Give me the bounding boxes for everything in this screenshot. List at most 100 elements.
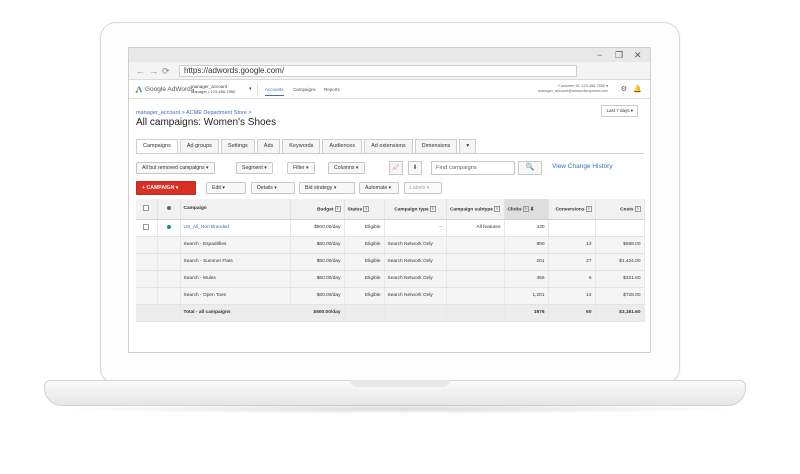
header-campaign[interactable]: Campaign [180, 199, 291, 220]
campaign-name[interactable]: Search - Open Toes [180, 287, 291, 305]
header-campaign-subtype[interactable]: Campaign subtype? [446, 199, 505, 220]
clicks-cell: 890 [504, 236, 549, 254]
tab-settings[interactable]: Settings [220, 139, 255, 153]
gear-icon[interactable]: ⚙ [621, 85, 627, 93]
adwords-logo[interactable]: Google AdWords [135, 85, 194, 93]
total-row: Total - all campaigns $500.00/day 1976 6… [136, 304, 645, 322]
subtype-cell: All features [446, 219, 505, 237]
conversions-cell: 13 [548, 236, 596, 254]
help-icon[interactable]: ? [363, 205, 370, 212]
campaign-filter-select[interactable]: All but removed campaigns ▾ [136, 162, 215, 174]
add-campaign-button[interactable]: + CAMPAIGN ▾ [136, 181, 196, 195]
help-icon[interactable]: ? [429, 205, 436, 212]
clicks-cell: 430 [504, 219, 549, 237]
budget-cell[interactable]: $500.00/day [290, 219, 345, 237]
tabs-divider [136, 153, 644, 154]
row-checkbox[interactable] [143, 223, 150, 230]
table-row: Search - Espadrilles $60.00/day Eligible… [136, 236, 645, 254]
status-cell: Eligible [344, 236, 385, 254]
header-budget[interactable]: Budget? [290, 199, 345, 220]
url-field[interactable]: https://adwords.google.com/ [179, 65, 577, 77]
costs-cell: $1,424.00 [595, 253, 645, 271]
bell-icon[interactable]: 🔔 [633, 85, 642, 93]
header-conversions[interactable]: Conversions? [548, 199, 596, 220]
customer-info[interactable]: Customer ID: 123-456-7890 ▾ manager_acco… [538, 84, 608, 94]
chevron-down-icon[interactable]: ▾ [249, 86, 252, 92]
columns-button[interactable]: Columns ▾ [328, 162, 365, 174]
row-empty-cell [157, 236, 181, 254]
status-dot-icon [166, 224, 171, 229]
help-icon[interactable]: ? [493, 205, 500, 212]
campaign-name[interactable]: Search - Espadrilles [180, 236, 291, 254]
logo-text: Google AdWords [145, 85, 195, 93]
close-icon[interactable]: ✕ [634, 49, 642, 61]
tab-ads[interactable]: Ads [256, 139, 281, 153]
table-row: Search - Summer Flats $60.00/day Eligibl… [136, 253, 645, 271]
view-change-history-link[interactable]: View Change History [552, 163, 613, 170]
row-empty-cell [136, 253, 158, 271]
minimize-icon[interactable]: − [597, 49, 602, 61]
header-clicks[interactable]: Clicks? ⬇ [504, 199, 549, 220]
campaign-name[interactable]: Search - Mules [180, 270, 291, 288]
campaign-name-link[interactable]: US_All_Non Branded [180, 219, 291, 237]
account-switcher[interactable]: manager_account Manager • 123-456-7890 [191, 84, 235, 94]
row-empty-cell [136, 287, 158, 305]
help-icon[interactable]: ? [334, 205, 341, 212]
edit-button[interactable]: Edit ▾ [206, 182, 246, 194]
tab-audiences[interactable]: Audiences [322, 139, 363, 153]
header-costs[interactable]: Costs? [595, 199, 645, 220]
bid-strategy-button[interactable]: Bid strategy ▾ [299, 182, 355, 194]
tab-more[interactable]: ▾ [459, 139, 477, 153]
select-all-checkbox-cell[interactable] [136, 199, 158, 220]
search-icon[interactable]: 🔍 [518, 161, 542, 175]
filter-select-label: All but removed campaigns [142, 165, 205, 171]
total-costs: $3,161.60 [595, 304, 645, 322]
download-icon[interactable]: ⬇ [408, 161, 422, 175]
details-button[interactable]: Details ▾ [251, 182, 295, 194]
laptop-notch [350, 380, 450, 387]
budget-cell[interactable]: $60.00/day [290, 253, 345, 271]
table-row: Search - Mules $60.00/day Eligible Searc… [136, 270, 645, 288]
status-cell: Eligible [344, 219, 385, 237]
row-empty-cell [157, 270, 181, 288]
automate-button[interactable]: Automate ▾ [359, 182, 399, 194]
reload-icon[interactable]: ⟳ [162, 65, 170, 77]
labels-button: Labels ▾ [404, 182, 442, 194]
header-campaign-type[interactable]: Campaign type? [384, 199, 447, 220]
help-icon[interactable]: ? [585, 205, 592, 212]
filter-label: Filter [293, 165, 305, 171]
arrow-left-icon[interactable]: ← [136, 65, 145, 77]
page-title: All campaigns: Women's Shoes [136, 117, 277, 128]
nav-reports[interactable]: Reports [324, 87, 340, 92]
help-icon[interactable]: ? [522, 205, 529, 212]
budget-cell[interactable]: $60.00/day [290, 270, 345, 288]
chart-icon[interactable]: 📈 [389, 161, 403, 175]
sort-down-icon[interactable]: ⬇ [530, 207, 534, 212]
tab-ad-groups[interactable]: Ad groups [179, 139, 219, 153]
date-range-selector[interactable]: Last 7 days ▾ [601, 105, 638, 117]
select-all-checkbox[interactable] [143, 204, 150, 211]
help-icon[interactable]: ? [634, 205, 641, 212]
budget-cell[interactable]: $60.00/day [290, 236, 345, 254]
total-clicks: 1976 [504, 304, 549, 322]
tab-campaigns[interactable]: Campaigns [136, 139, 178, 153]
tab-dimensions[interactable]: Dimensions [414, 139, 458, 153]
row-checkbox-cell[interactable] [136, 219, 158, 237]
tab-ad-extensions[interactable]: Ad extensions [364, 139, 413, 153]
filter-button[interactable]: Filter ▾ [287, 162, 315, 174]
breadcrumb[interactable]: manager_account > ACME Department Store … [136, 110, 252, 116]
nav-accounts[interactable]: Accounts [265, 87, 284, 96]
status-cell: Eligible [344, 270, 385, 288]
search-input[interactable]: Find campaigns [431, 161, 515, 175]
campaign-name[interactable]: Search - Summer Flats [180, 253, 291, 271]
nav-campaigns[interactable]: Campaigns [293, 87, 316, 92]
row-empty-cell [136, 304, 158, 322]
arrow-right-icon[interactable]: → [149, 65, 158, 77]
tab-keywords[interactable]: Keywords [282, 139, 321, 153]
account-sub: Manager • 123-456-7890 [191, 89, 236, 94]
maximize-icon[interactable]: ❐ [615, 49, 623, 61]
conversions-cell: 6 [548, 270, 596, 288]
budget-cell[interactable]: $60.00/day [290, 287, 345, 305]
segment-button[interactable]: Segment ▾ [236, 162, 273, 174]
header-status[interactable]: Status? [344, 199, 385, 220]
